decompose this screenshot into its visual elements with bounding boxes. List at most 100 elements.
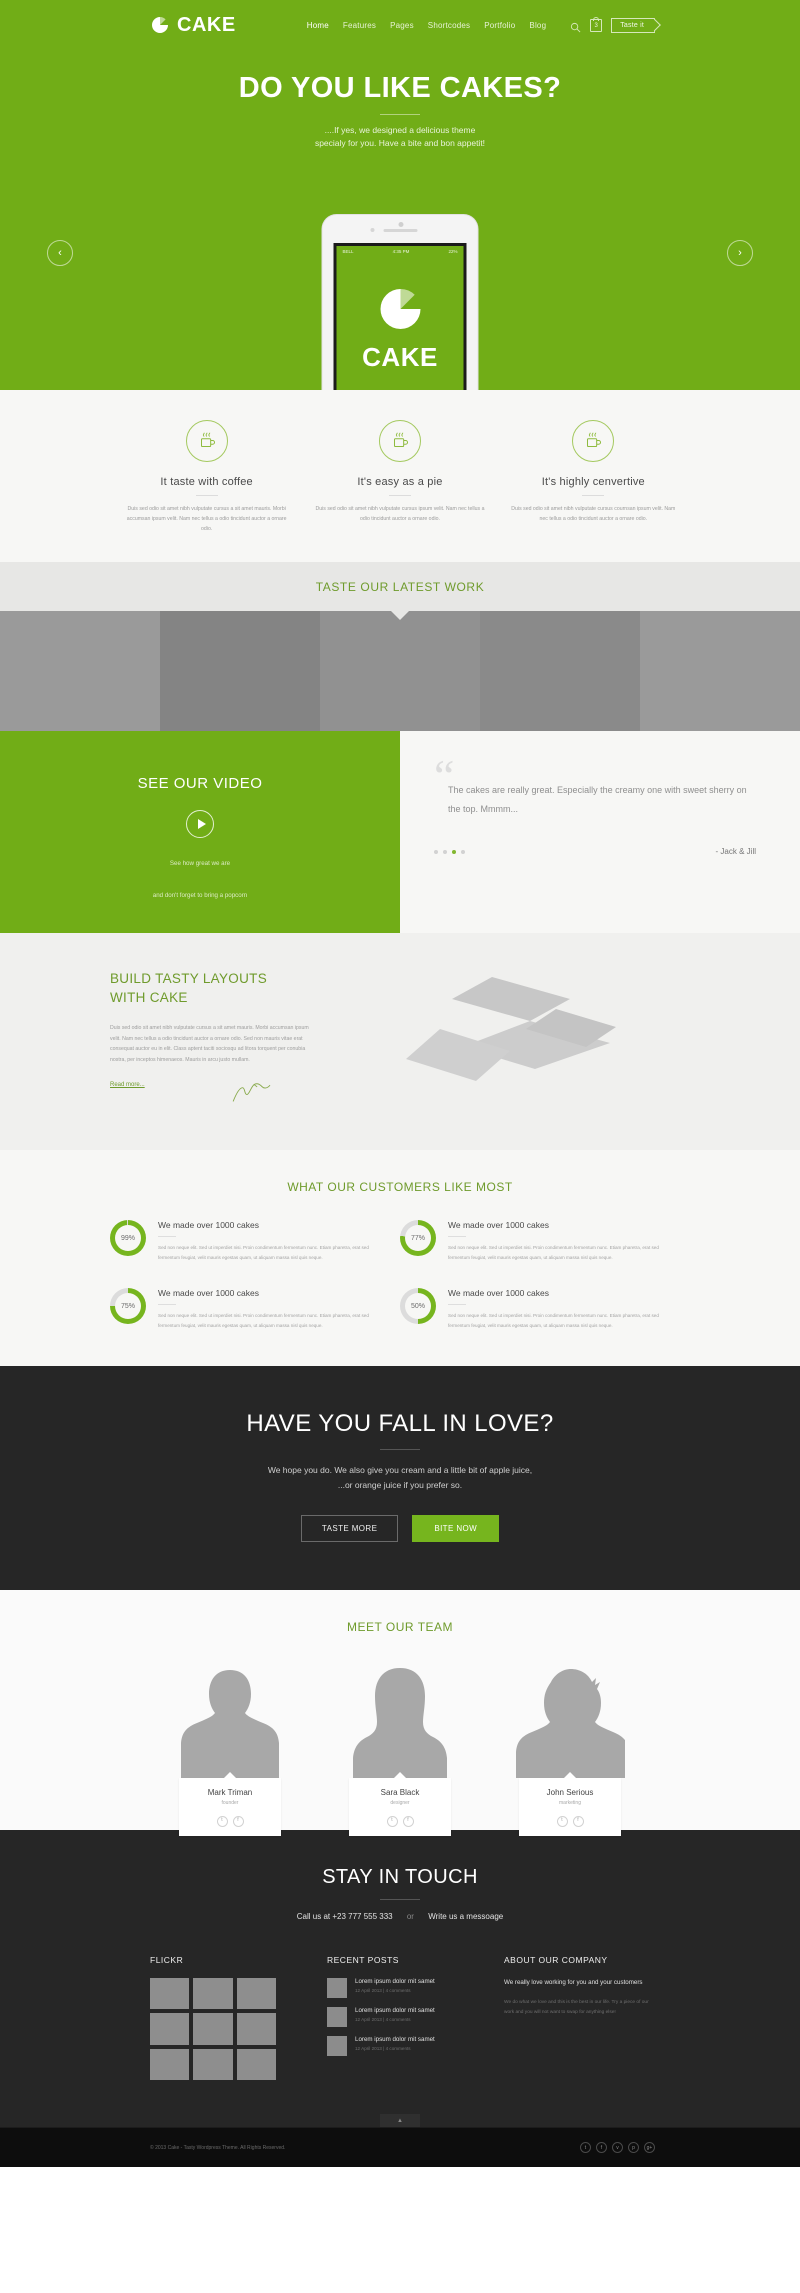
facebook-icon[interactable]: f [232,1815,244,1827]
footer-divider [380,1898,420,1900]
flickr-thumb[interactable] [150,1977,190,2010]
post-thumbnail [327,1977,347,1998]
pagination-dot-active[interactable] [452,849,456,854]
feature-card: It taste with coffee Duis sed odio sit a… [110,420,303,534]
flickr-thumb[interactable] [193,1977,233,2010]
footer-contact: Call us at +23 777 555 333 or Write us a… [0,1912,800,1921]
phone-screen: BELL 4:35 PM 22% CAKE [333,243,467,390]
flickr-thumb[interactable] [150,2048,190,2081]
team-section: MEET OUR TEAM Mark Triman founder t f Sa… [0,1589,800,1836]
hero-divider [380,114,420,115]
cta-section: HAVE YOU FALL IN LOVE? We hope you do. W… [0,1366,800,1590]
team-member: John Serious marketing t f [511,1658,629,1836]
testimonial-pagination [434,849,465,854]
recent-post-item[interactable]: Lorem ipsum dolor mit samet 12 April 201… [327,2035,478,2056]
post-meta: 12 April 2013 | 4 comments [355,2045,411,2051]
video-caption-line2: and don't forget to bring a popcorn [152,891,248,899]
cake-pie-logo-icon [150,15,170,35]
shopping-bag-icon[interactable]: 3 [590,16,603,32]
footer-title: STAY IN TOUCH [322,1865,478,1888]
googleplus-icon[interactable]: g+ [644,2142,655,2154]
flickr-thumb[interactable] [236,2048,276,2081]
build-title: BUILD TASTY LAYOUTS WITH CAKE [110,969,310,1008]
header-actions: 3 Taste it [570,16,655,33]
donut-chart-77: 77% [400,1220,436,1257]
write-message-link[interactable]: Write us a messoage [428,1912,503,1921]
donut-value: 99% [120,1234,135,1242]
portfolio-item[interactable] [320,611,480,732]
twitter-icon[interactable]: t [580,2142,591,2154]
phone-sensor [370,228,374,232]
feature-divider [388,495,411,496]
stat-divider [158,1304,176,1306]
twitter-icon[interactable]: t [216,1815,228,1827]
nav-item-pages[interactable]: Pages [390,21,414,30]
hero-subtitle-line2: specialy for you. Have a bite and bon ap… [314,138,486,149]
main-nav: Home Features Pages Shortcodes Portfolio… [307,16,655,33]
recent-post-item[interactable]: Lorem ipsum dolor mit samet 12 April 201… [327,1977,478,1998]
nav-item-portfolio[interactable]: Portfolio [484,21,515,30]
taste-more-button[interactable]: TASTE MORE [300,1514,399,1542]
footer-or: or [406,1911,414,1921]
flickr-thumb[interactable] [150,2013,190,2045]
nav-item-home[interactable]: Home [307,21,329,30]
nav-item-shortcodes[interactable]: Shortcodes [428,21,470,30]
portfolio-item[interactable] [0,611,160,732]
hero-prev-arrow[interactable]: ‹ [47,240,73,266]
search-icon[interactable] [570,20,581,32]
flickr-thumb[interactable] [236,2013,276,2045]
pagination-dot[interactable] [434,849,438,854]
male-silhouette-icon [511,1658,629,1778]
vimeo-icon[interactable]: v [612,2142,623,2154]
team-member: Sara Black designer t f [341,1658,459,1836]
stat-text: Sed non neque elit. Sed ut imperdiet nis… [448,1245,659,1260]
stat-title: We made over 1000 cakes [158,1288,259,1299]
stat-divider [448,1236,466,1238]
phone-speaker [383,229,417,232]
flickr-thumb[interactable] [193,2013,233,2045]
feature-title: It's easy as a pie [357,476,443,488]
feature-title: It's highly cenvertive [541,476,645,488]
build-section: BUILD TASTY LAYOUTS WITH CAKE Duis sed o… [0,932,800,1151]
read-more-link[interactable]: Read more... [110,1082,145,1088]
feature-card: It's easy as a pie Duis sed odio sit ame… [303,420,496,534]
pagination-dot[interactable] [443,849,447,854]
flickr-thumb[interactable] [193,2048,233,2081]
stat-item: 75% We made over 1000 cakes Sed non nequ… [110,1288,400,1330]
feature-title: It taste with coffee [160,476,253,488]
twitter-icon[interactable]: t [386,1815,398,1827]
bite-now-button[interactable]: BITE NOW [412,1514,500,1542]
portfolio-item[interactable] [160,611,320,732]
site-header: CAKE Home Features Pages Shortcodes Port… [0,0,800,50]
feature-card: It's highly cenvertive Duis sed odio sit… [497,420,690,534]
video-testimonial-section: SEE OUR VIDEO See how great we are and d… [0,731,800,933]
pinterest-icon[interactable]: p [628,2142,639,2154]
taste-it-button[interactable]: Taste it [611,17,655,33]
recent-post-item[interactable]: Lorem ipsum dolor mit samet 12 April 201… [327,2006,478,2027]
stat-divider [158,1236,176,1238]
play-icon[interactable] [186,810,214,839]
back-to-top-button[interactable]: ▲ [380,2114,420,2128]
nav-item-features[interactable]: Features [343,21,376,30]
portfolio-item[interactable] [480,611,640,732]
feature-divider [582,495,605,496]
about-lead: We really love working for you and your … [504,1978,643,1986]
post-thumbnail [327,2006,347,2027]
facebook-icon[interactable]: f [572,1815,584,1827]
feature-text: Duis sed odio sit amet nibh vulputate cu… [511,506,676,523]
portfolio-item[interactable] [640,611,800,732]
hero-next-arrow[interactable]: › [727,240,753,266]
facebook-icon[interactable]: f [596,2142,607,2154]
site-logo[interactable]: CAKE [150,14,236,37]
stat-item: 50% We made over 1000 cakes Sed non nequ… [400,1288,690,1330]
member-name: John Serious [546,1787,594,1797]
pagination-dot[interactable] [461,849,465,854]
flickr-thumb[interactable] [236,1977,276,2010]
member-socials: t f [353,1813,447,1827]
donut-chart-75: 75% [110,1288,146,1325]
member-name: Mark Triman [207,1787,253,1797]
facebook-icon[interactable]: f [402,1815,414,1827]
stats-grid: 99% We made over 1000 cakes Sed non nequ… [110,1220,690,1330]
nav-item-blog[interactable]: Blog [529,21,546,30]
twitter-icon[interactable]: t [556,1815,568,1827]
